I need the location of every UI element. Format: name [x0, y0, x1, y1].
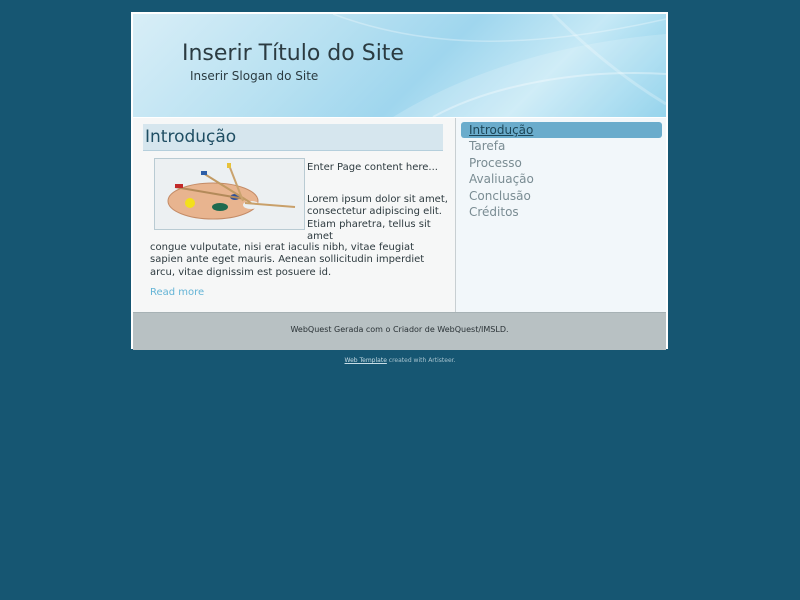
content-column: Introdução Enter Page content here... Lo…	[133, 118, 456, 312]
credit-suffix: created with Artisteer.	[386, 357, 456, 364]
sidebar-item-processo[interactable]: Processo	[461, 155, 662, 171]
sidebar-item-conclusao[interactable]: Conclusão	[461, 188, 662, 204]
main-area: Introdução Enter Page content here... Lo…	[133, 118, 666, 312]
post-title-bar: Introdução	[143, 124, 443, 151]
sidebar-item-tarefa[interactable]: Tarefa	[461, 138, 662, 154]
template-credit: Web Template created with Artisteer.	[0, 357, 800, 364]
sidebar-item-avaliacao[interactable]: Avaliuação	[461, 171, 662, 187]
body-text-full: congue vulputate, nisi erat iaculis nibh…	[150, 242, 425, 278]
paint-palette-image	[154, 158, 305, 230]
sidebar-menu: Introdução Tarefa Processo Avaliuação Co…	[456, 118, 666, 312]
sidebar-item-creditos[interactable]: Créditos	[461, 204, 662, 220]
web-template-link[interactable]: Web Template	[345, 357, 387, 364]
page-sheet: Inserir Título do Site Inserir Slogan do…	[131, 12, 668, 350]
body-text-wrapped: Lorem ipsum dolor sit amet, consectetur …	[307, 194, 448, 243]
post-title: Introdução	[145, 127, 237, 147]
intro-text: Enter Page content here...	[307, 162, 438, 173]
site-footer: WebQuest Gerada com o Criador de WebQues…	[133, 312, 666, 350]
read-more-link[interactable]: Read more	[150, 287, 204, 298]
sidebar-item-introducao[interactable]: Introdução	[461, 122, 662, 138]
site-header: Inserir Título do Site Inserir Slogan do…	[133, 14, 666, 117]
footer-text: WebQuest Gerada com o Criador de WebQues…	[290, 325, 509, 334]
site-title: Inserir Título do Site	[182, 41, 404, 66]
site-slogan: Inserir Slogan do Site	[190, 69, 319, 83]
